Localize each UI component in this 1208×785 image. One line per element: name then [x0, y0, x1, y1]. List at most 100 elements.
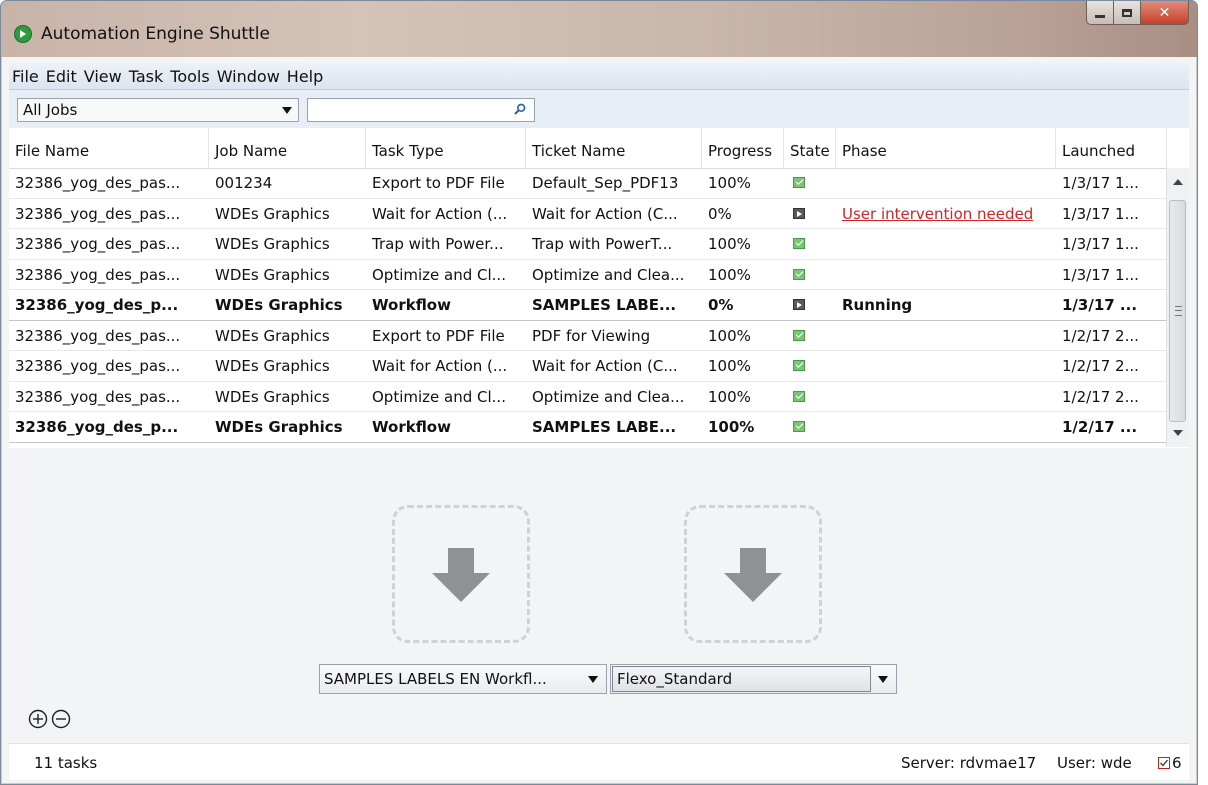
cell-file-name: 32386_yog_des_p...	[15, 418, 179, 436]
cell-job-name: WDEs Graphics	[215, 296, 343, 314]
menu-file[interactable]: File	[12, 67, 39, 86]
state-done-icon	[793, 177, 805, 188]
table-row[interactable]: 32386_yog_des_pas... WDEs Graphics Wait fo…	[9, 351, 1167, 382]
search-icon[interactable]	[514, 103, 526, 115]
arrow-down-icon	[724, 548, 782, 602]
cell-ticket-name: Wait for Action (C...	[532, 357, 678, 375]
ticket-select[interactable]: Flexo_Standard	[610, 664, 897, 694]
cell-phase	[836, 168, 1056, 197]
cell-phase	[836, 260, 1056, 289]
menu-view[interactable]: View	[84, 67, 122, 86]
cell-state	[784, 229, 836, 258]
pending-tasks-indicator[interactable]: 6	[1158, 744, 1182, 782]
maximize-button[interactable]	[1114, 1, 1141, 25]
title-bar[interactable]: Automation Engine Shuttle ✕	[1, 1, 1197, 57]
cell-task-type: Wait for Action (...	[372, 204, 508, 223]
cell-ticket-name: SAMPLES LABE...	[532, 296, 677, 314]
cell-launched: 1/2/17 2...	[1062, 357, 1139, 375]
table-scrollbar[interactable]	[1166, 168, 1189, 447]
column-launched[interactable]: Launched	[1056, 128, 1167, 168]
zoom-controls	[28, 709, 71, 729]
user-intervention-link[interactable]: User intervention needed	[842, 205, 1033, 223]
table-row[interactable]: 32386_yog_des_pas... 001234 Export to PDF …	[9, 168, 1167, 199]
cell-ticket-name: SAMPLES LABE...	[532, 418, 677, 436]
cell-job-name: WDEs Graphics	[215, 204, 330, 223]
minimize-button[interactable]	[1086, 1, 1114, 25]
cell-state	[784, 199, 836, 228]
close-button[interactable]: ✕	[1141, 1, 1189, 25]
cell-progress: 100%	[708, 326, 751, 345]
scroll-down-icon[interactable]	[1173, 430, 1183, 436]
column-file-name[interactable]: File Name	[9, 128, 209, 168]
column-phase[interactable]: Phase	[836, 128, 1056, 168]
column-state[interactable]: State	[784, 128, 836, 168]
app-window: Automation Engine Shuttle ✕ File Edit Vi…	[0, 0, 1198, 785]
cell-phase	[836, 351, 1056, 380]
server-label: Server: rdvmae17	[901, 754, 1037, 772]
ticket-drop-zone[interactable]	[684, 505, 822, 643]
cell-task-type: Optimize and Cl...	[372, 387, 506, 406]
cell-progress: 0%	[708, 204, 732, 223]
cell-progress: 100%	[708, 265, 751, 284]
column-ticket-name[interactable]: Ticket Name	[526, 128, 702, 168]
scroll-up-icon[interactable]	[1173, 179, 1183, 185]
cell-state	[784, 260, 836, 289]
state-done-icon	[793, 238, 805, 249]
add-circle-icon[interactable]	[28, 709, 48, 729]
workflow-select[interactable]: SAMPLES LABELS EN Workfl...	[319, 664, 607, 694]
table-row[interactable]: 32386_yog_des_pas...WDEs GraphicsPrepare…	[9, 443, 1167, 449]
app-logo-icon	[14, 25, 32, 43]
cell-state	[784, 382, 836, 411]
table-row[interactable]: 32386_yog_des_pas... WDEs Graphics Trap wi…	[9, 229, 1167, 260]
cell-file-name: 32386_yog_des_pas...	[15, 174, 181, 192]
search-input[interactable]	[308, 99, 504, 121]
cell-launched: 1/2/17 2...	[1062, 326, 1139, 345]
chevron-down-icon	[878, 676, 888, 683]
menu-tools[interactable]: Tools	[170, 67, 209, 86]
table-body: 32386_yog_des_pas... 001234 Export to PDF …	[9, 168, 1167, 448]
ticket-select-field: Flexo_Standard	[612, 666, 871, 692]
cell-launched: 1/3/17 1...	[1062, 265, 1139, 284]
remove-circle-icon[interactable]	[51, 709, 71, 729]
menu-help[interactable]: Help	[287, 67, 323, 86]
state-done-icon	[793, 329, 805, 341]
cell-ticket-name: Optimize and Clea...	[532, 265, 685, 284]
cell-job-name: WDEs Graphics	[215, 235, 330, 253]
cell-job-name: WDEs Graphics	[215, 357, 330, 375]
state-done-icon	[793, 390, 805, 402]
cell-job-name: 001234	[215, 174, 273, 192]
table-row[interactable]: 32386_yog_des_pas... WDEs Graphics Export …	[9, 321, 1167, 351]
scroll-thumb[interactable]	[1169, 200, 1186, 422]
cell-task-type: Trap with Power...	[372, 235, 504, 253]
chevron-down-icon	[588, 676, 598, 683]
cell-state	[784, 351, 836, 380]
menu-task[interactable]: Task	[129, 67, 164, 86]
arrow-down-icon	[432, 548, 490, 602]
cell-state	[784, 168, 836, 197]
cell-state	[784, 290, 836, 319]
chevron-down-icon	[282, 107, 292, 114]
column-progress[interactable]: Progress	[702, 128, 784, 168]
cell-phase	[836, 412, 1056, 441]
menu-window[interactable]: Window	[217, 67, 280, 86]
task-table: File Name Job Name Task Type Ticket Name…	[9, 128, 1189, 448]
table-row[interactable]: 32386_yog_des_p... WDEs Graphics Workflow S…	[9, 290, 1167, 321]
cell-job-name: WDEs Graphics	[209, 443, 366, 449]
menu-edit[interactable]: Edit	[46, 67, 77, 86]
cell-file-name: 32386_yog_des_pas...	[9, 443, 209, 449]
table-row[interactable]: 32386_yog_des_pas... WDEs Graphics Optimiz…	[9, 382, 1167, 412]
task-check-icon	[1158, 757, 1170, 769]
table-row[interactable]: 32386_yog_des_pas... WDEs Graphics Optimiz…	[9, 260, 1167, 290]
job-filter-select[interactable]: All Jobs	[17, 98, 299, 122]
cell-launched: 1/3/17 1...	[1062, 235, 1139, 253]
column-job-name[interactable]: Job Name	[209, 128, 366, 168]
table-row[interactable]: 32386_yog_des_p... WDEs Graphics Workflow S…	[9, 412, 1167, 443]
table-row[interactable]: 32386_yog_des_pas... WDEs Graphics Wait fo…	[9, 199, 1167, 229]
workflow-drop-zone[interactable]	[392, 505, 530, 643]
cell-progress: 0%	[708, 296, 734, 314]
cell-state	[784, 412, 836, 441]
search-box[interactable]	[307, 98, 535, 122]
column-task-type[interactable]: Task Type	[366, 128, 526, 168]
cell-phase	[836, 382, 1056, 411]
table-header: File Name Job Name Task Type Ticket Name…	[9, 128, 1189, 169]
